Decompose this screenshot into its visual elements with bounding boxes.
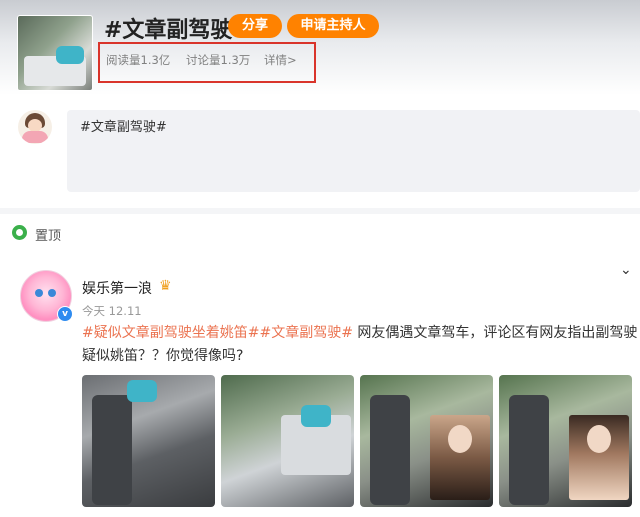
cover-person-shape xyxy=(56,46,84,64)
inset-face xyxy=(448,425,472,453)
post-text-line-2: 疑似姚笛？？你觉得像吗? xyxy=(82,348,244,364)
post-time[interactable]: 今天 12.11 xyxy=(82,303,142,319)
share-button[interactable]: 分享 xyxy=(228,14,282,38)
image-door-shape xyxy=(370,395,410,505)
hashtag-link[interactable]: #疑似文章副驾驶坐着姚笛# xyxy=(82,325,259,341)
post-image-2[interactable] xyxy=(221,375,354,507)
avatar-eye xyxy=(35,289,43,297)
read-count: 阅读量1.3亿 xyxy=(106,53,171,67)
inset-face xyxy=(587,425,611,453)
pinned-label: 置顶 xyxy=(35,229,62,244)
image-door-shape xyxy=(509,395,549,505)
user-avatar[interactable] xyxy=(18,110,52,144)
image-door-shape xyxy=(92,395,132,505)
image-person-shape xyxy=(127,380,157,402)
section-divider xyxy=(0,208,640,214)
apply-host-button[interactable]: 申请主持人 xyxy=(287,14,379,38)
chevron-down-icon[interactable]: ⌄ xyxy=(620,262,632,278)
post-text-line-1: 网友偶遇文章驾车，评论区有网友指出副驾驶 xyxy=(352,325,638,341)
compose-text: #文章副驾驶# xyxy=(80,120,167,135)
pin-icon xyxy=(12,225,27,240)
post-text: #疑似文章副驾驶坐着姚笛##文章副驾驶# 网友偶遇文章驾车，评论区有网友指出副驾… xyxy=(82,322,638,368)
avatar-eye xyxy=(48,289,56,297)
post-image-1[interactable] xyxy=(82,375,215,507)
hashtag-link[interactable]: #文章副驾驶# xyxy=(259,325,352,341)
avatar-body xyxy=(22,131,48,143)
topic-cover-image xyxy=(17,15,93,91)
details-link[interactable]: 详情> xyxy=(264,52,297,68)
discuss-count: 讨论量1.3万 xyxy=(186,53,251,67)
author-name[interactable]: 娱乐第一浪 xyxy=(82,278,152,298)
crown-icon: ♛ xyxy=(159,278,172,294)
post-image-4[interactable] xyxy=(499,375,632,507)
post-image-3[interactable] xyxy=(360,375,493,507)
image-person-shape xyxy=(301,405,331,427)
image-inset-photo xyxy=(569,415,629,500)
image-inset-photo xyxy=(430,415,490,500)
vip-badge: v xyxy=(57,306,73,322)
